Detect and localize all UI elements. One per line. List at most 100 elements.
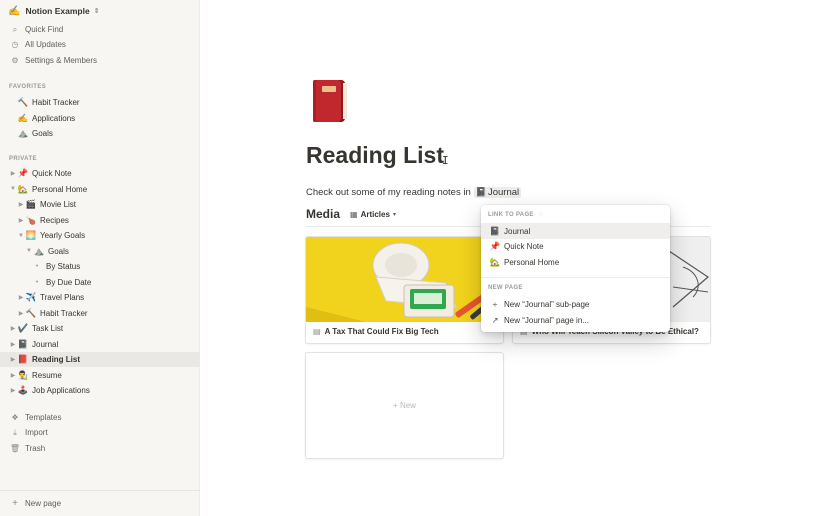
page-emoji-icon: 🏡	[17, 183, 29, 194]
import-button[interactable]: ⤓ Import	[0, 425, 200, 440]
spinner-icon: ◌	[538, 211, 544, 218]
quick-find-button[interactable]: ⌕ Quick Find	[0, 22, 200, 37]
link-to-page-menu: LINK TO PAGE ◌ 📓 Journal 📌 Quick Note 🏡 …	[481, 205, 670, 332]
caret-right-icon[interactable]: ▶	[9, 387, 17, 394]
settings-members-button[interactable]: ⚙ Settings & Members	[0, 53, 200, 68]
sidebar-item-reading-list[interactable]: ▶ 📕 Reading List	[0, 352, 200, 367]
sidebar-item-personal-home[interactable]: ▼ 🏡 Personal Home	[0, 182, 200, 197]
page-emoji-icon: 🎬	[25, 199, 37, 209]
sidebar-item-travel-plans[interactable]: ▶ ✈️ Travel Plans	[0, 290, 200, 305]
caret-right-icon[interactable]: ▶	[17, 310, 25, 317]
page-book-icon[interactable]	[309, 80, 349, 124]
caret-right-icon[interactable]: ▶	[9, 170, 17, 177]
pin-icon: 📌	[489, 240, 501, 251]
new-card-button[interactable]: + New	[305, 352, 504, 459]
caret-right-icon[interactable]: ▶	[9, 341, 17, 348]
caret-right-icon[interactable]: ▶	[17, 201, 25, 208]
card-caption: ▤ A Tax That Could Fix Big Tech	[313, 327, 439, 336]
menu-item-new-page-in[interactable]: ↗ New “Journal” page in...	[481, 312, 670, 328]
page-emoji-icon: 📌	[17, 168, 29, 178]
sidebar-item-by-status[interactable]: • By Status	[0, 259, 200, 274]
menu-item-label: New “Journal” page in...	[504, 315, 589, 325]
menu-item-journal[interactable]: 📓 Journal	[481, 223, 670, 239]
media-title[interactable]: Media	[306, 207, 340, 221]
view-selector[interactable]: ▦ Articles ▾	[350, 210, 396, 219]
view-name: Articles	[360, 209, 390, 219]
new-page-label: NEW PAGE	[488, 285, 523, 291]
caret-right-icon[interactable]: ▶	[17, 217, 25, 224]
new-page-button[interactable]: + New page	[0, 490, 200, 516]
caret-right-icon[interactable]: ▶	[9, 325, 17, 332]
all-updates-label: All Updates	[25, 40, 66, 49]
sidebar-item-journal[interactable]: ▶ 📓 Journal	[0, 337, 200, 352]
sidebar-item-label: Goals	[32, 129, 53, 138]
page-emoji-icon: 🕹️	[17, 385, 29, 395]
journal-link-text: Journal	[487, 187, 520, 198]
sidebar-item-quick-note[interactable]: ▶ 📌 Quick Note	[0, 166, 200, 181]
caret-right-icon[interactable]: ▶	[9, 372, 17, 379]
sidebar-item-label: Reading List	[32, 355, 81, 364]
sidebar-item-habit-tracker[interactable]: 🔨 Habit Tracker	[0, 95, 200, 110]
sidebar-item-applications[interactable]: ✍️ Applications	[0, 111, 200, 126]
menu-item-quick-note[interactable]: 📌 Quick Note	[481, 238, 670, 254]
menu-divider	[481, 277, 670, 278]
sidebar-item-label: Resume	[32, 370, 62, 380]
page-title[interactable]: Reading List	[306, 142, 444, 169]
menu-item-new-subpage[interactable]: + New “Journal” sub-page	[481, 296, 670, 312]
sidebar-item-label: Applications	[32, 113, 76, 123]
chevron-down-icon: ▾	[392, 211, 396, 218]
menu-item-label: Journal	[504, 226, 531, 236]
arrow-up-right-icon: ↗	[491, 314, 499, 325]
caret-down-icon[interactable]: ▼	[25, 248, 33, 254]
all-updates-button[interactable]: ◷ All Updates	[0, 37, 200, 52]
journal-icon: 📓	[489, 225, 501, 236]
sidebar-item-habit-tracker[interactable]: ▶ 🔨 Habit Tracker	[0, 306, 200, 321]
sidebar-item-resume[interactable]: ▶ 👨‍🎨 Resume	[0, 368, 200, 383]
page-emoji-icon: 🍗	[25, 214, 37, 225]
favorites-section-label: FAVORITES	[9, 84, 47, 90]
import-label: Import	[25, 428, 48, 437]
menu-item-label: Personal Home	[504, 257, 560, 267]
workspace-icon: ✍️	[8, 5, 21, 17]
sidebar-item-job-applications[interactable]: ▶ 🕹️ Job Applications	[0, 383, 200, 398]
clock-icon: ◷	[11, 40, 19, 49]
sidebar-item-label: Recipes	[40, 215, 69, 225]
new-card-label: + New	[393, 401, 416, 410]
page-emoji-icon: ⛰️	[33, 245, 45, 256]
caret-right-icon[interactable]: ▶	[9, 356, 17, 363]
gallery-view-icon: ▦	[350, 209, 358, 219]
templates-button[interactable]: ❖ Templates	[0, 410, 200, 425]
sidebar-item-label: Travel Plans	[40, 293, 85, 302]
sidebar-item-label: Habit Tracker	[32, 98, 80, 107]
gallery-card[interactable]: ▤ A Tax That Could Fix Big Tech	[305, 236, 504, 344]
sidebar-item-movie-list[interactable]: ▶ 🎬 Movie List	[0, 197, 200, 212]
bullet-icon: •	[35, 278, 39, 286]
trash-button[interactable]: 🗑 Trash	[0, 441, 200, 456]
page-emoji-icon: 📕	[17, 354, 29, 364]
intro-paragraph[interactable]: Check out some of my reading notes in 📓 …	[306, 187, 522, 198]
link-to-page-label: LINK TO PAGE ◌	[488, 211, 543, 218]
caret-down-icon[interactable]: ▼	[9, 186, 17, 192]
journal-icon: 📓	[475, 187, 487, 197]
sidebar-item-goals[interactable]: ⛰️ Goals	[0, 126, 200, 141]
new-page-label: New page	[25, 499, 62, 508]
caret-down-icon[interactable]: ▼	[17, 233, 25, 239]
sidebar-item-goals[interactable]: ▼ ⛰️ Goals	[0, 244, 200, 259]
page-emoji-icon: ✔️	[17, 323, 29, 333]
search-icon: ⌕	[12, 24, 18, 34]
bullet-icon: •	[35, 263, 39, 270]
caret-right-icon[interactable]: ▶	[17, 294, 25, 301]
workspace-switcher[interactable]: ✍️ Notion Example ⇕	[8, 4, 100, 18]
page-emoji-icon: 🔨	[25, 307, 37, 318]
chevron-updown-icon: ⇕	[93, 8, 100, 15]
journal-inline-link[interactable]: 📓 Journal	[473, 187, 522, 198]
sidebar-item-recipes[interactable]: ▶ 🍗 Recipes	[0, 213, 200, 228]
private-section-label: PRIVATE	[9, 156, 37, 162]
sidebar-item-yearly-goals[interactable]: ▼ 🌅 Yearly Goals	[0, 228, 200, 243]
page-emoji-icon: 🔨	[17, 97, 29, 107]
page-emoji-icon: 🌅	[25, 230, 37, 240]
menu-item-personal-home[interactable]: 🏡 Personal Home	[481, 254, 670, 270]
sidebar-item-task-list[interactable]: ▶ ✔️ Task List	[0, 321, 200, 336]
sidebar-item-by-due-date[interactable]: • By Due Date	[0, 275, 200, 290]
sidebar-item-label: By Status	[46, 262, 81, 271]
